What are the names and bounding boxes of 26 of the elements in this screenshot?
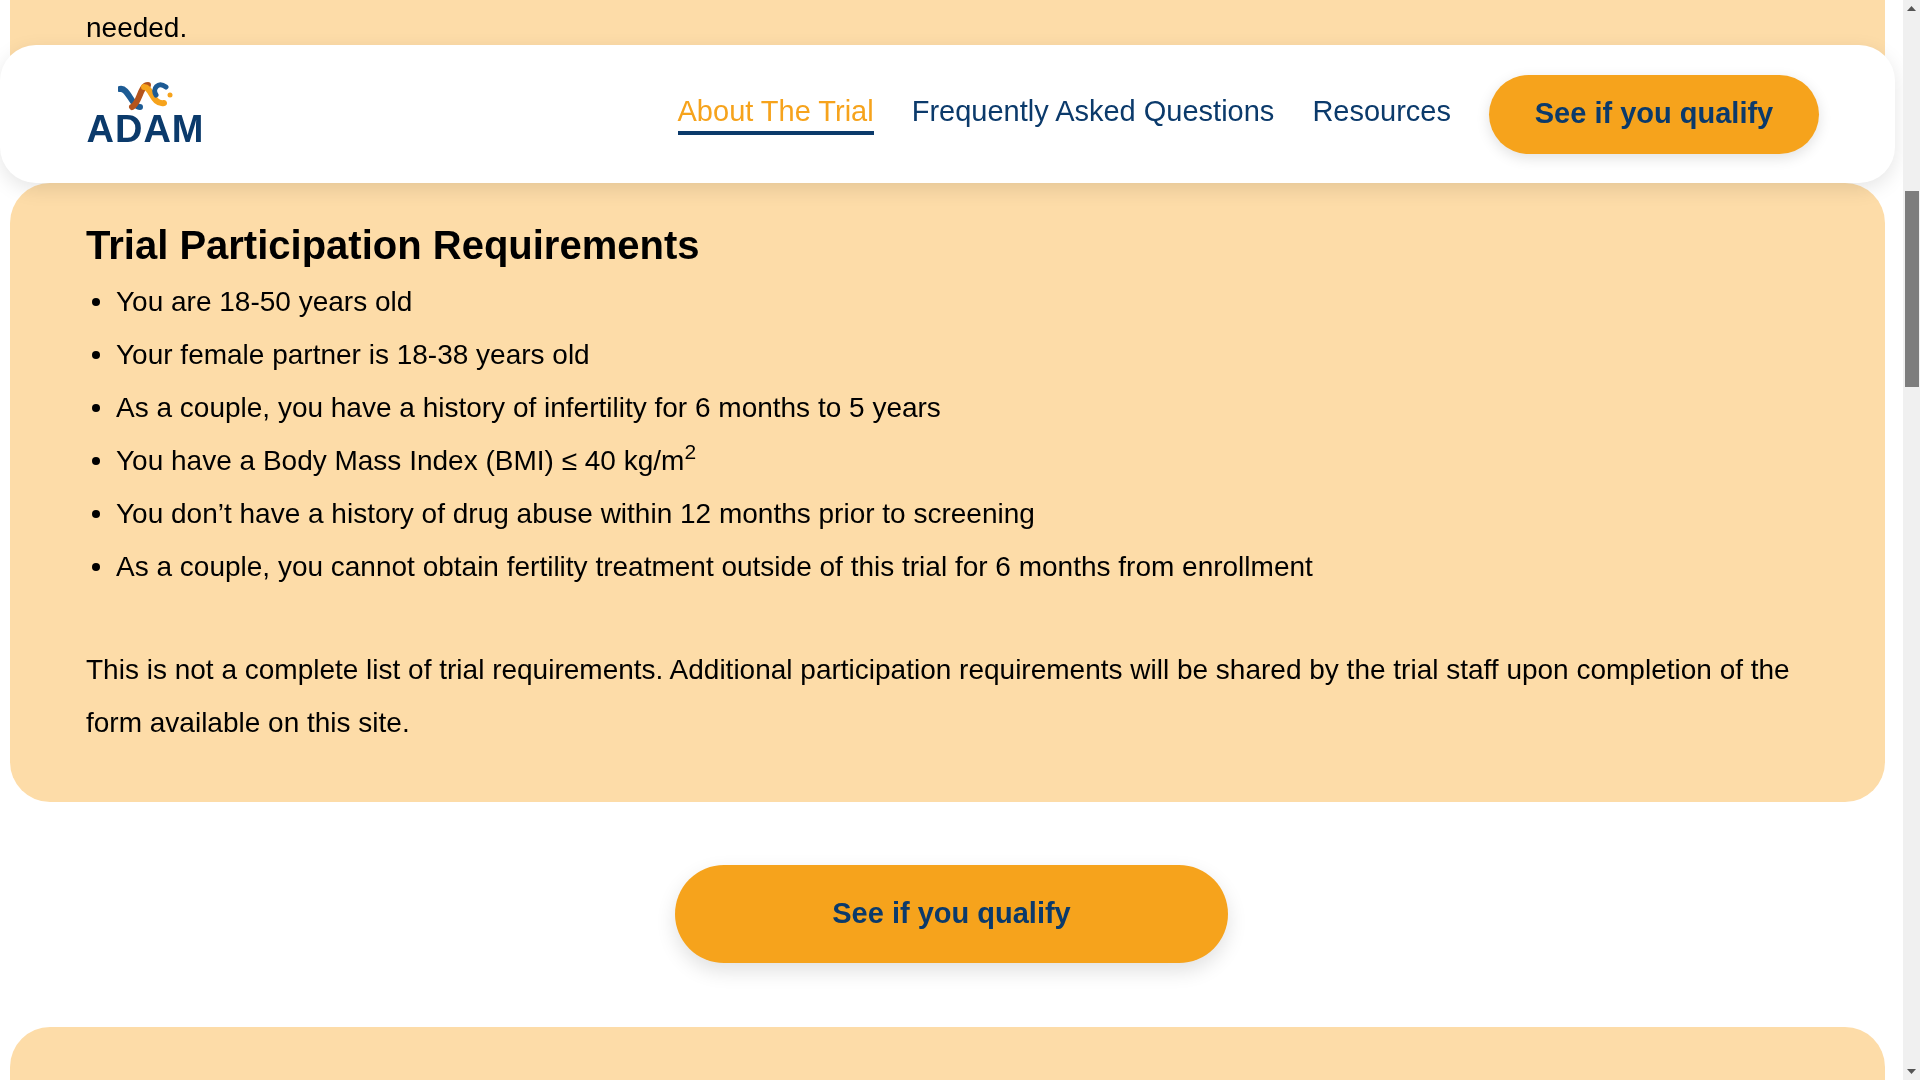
scroll-up-icon[interactable] <box>1907 6 1916 11</box>
list-item-text: As a couple, you have a history of infertility for 6 months to 5 years <box>116 390 941 425</box>
paragraph-text: This is not a complete list of trial requirements. Additional participation requirements will be shared by the trial staff upon completion of the form available on this site. <box>86 653 1791 740</box>
section-heading: Trial Participation Requirements <box>86 222 701 269</box>
nav-link[interactable]: Resources <box>1312 93 1451 135</box>
qualify-button[interactable]: See if you qualify <box>675 865 1228 963</box>
list-item-text: Your female partner is 18-38 years old <box>116 337 590 372</box>
list-item-text: You are 18-50 years old <box>116 284 413 319</box>
bullet-icon <box>92 456 100 465</box>
logo-text: ADAM <box>86 111 205 147</box>
bullet-icon <box>92 350 100 359</box>
bullet-icon <box>92 403 100 412</box>
bullet-icon <box>92 297 100 306</box>
scrollbar[interactable] <box>1903 0 1920 1080</box>
logo[interactable]: ADAM <box>80 81 211 147</box>
scrollbar-thumb[interactable] <box>1904 191 1919 387</box>
list-item-text: You have a Body Mass Index (BMI) ≤ 40 kg/m$^{2}$ <box>116 439 697 478</box>
scroll-down-icon[interactable] <box>1907 1069 1916 1074</box>
bullet-icon <box>92 509 100 518</box>
list-item-text: As a couple, you cannot obtain fertility treatment outside of this trial for 6 months from enrollment <box>116 549 1313 584</box>
nav-link[interactable]: Frequently Asked Questions <box>911 93 1275 135</box>
list-item-text: You don’t have a history of drug abuse within 12 months prior to screening <box>116 496 1035 531</box>
qualify-button[interactable]: See if you qualify <box>1489 74 1819 154</box>
logo-icon <box>117 81 174 111</box>
bullet-icon <box>92 562 100 571</box>
paragraph-text: needed. <box>86 11 188 45</box>
